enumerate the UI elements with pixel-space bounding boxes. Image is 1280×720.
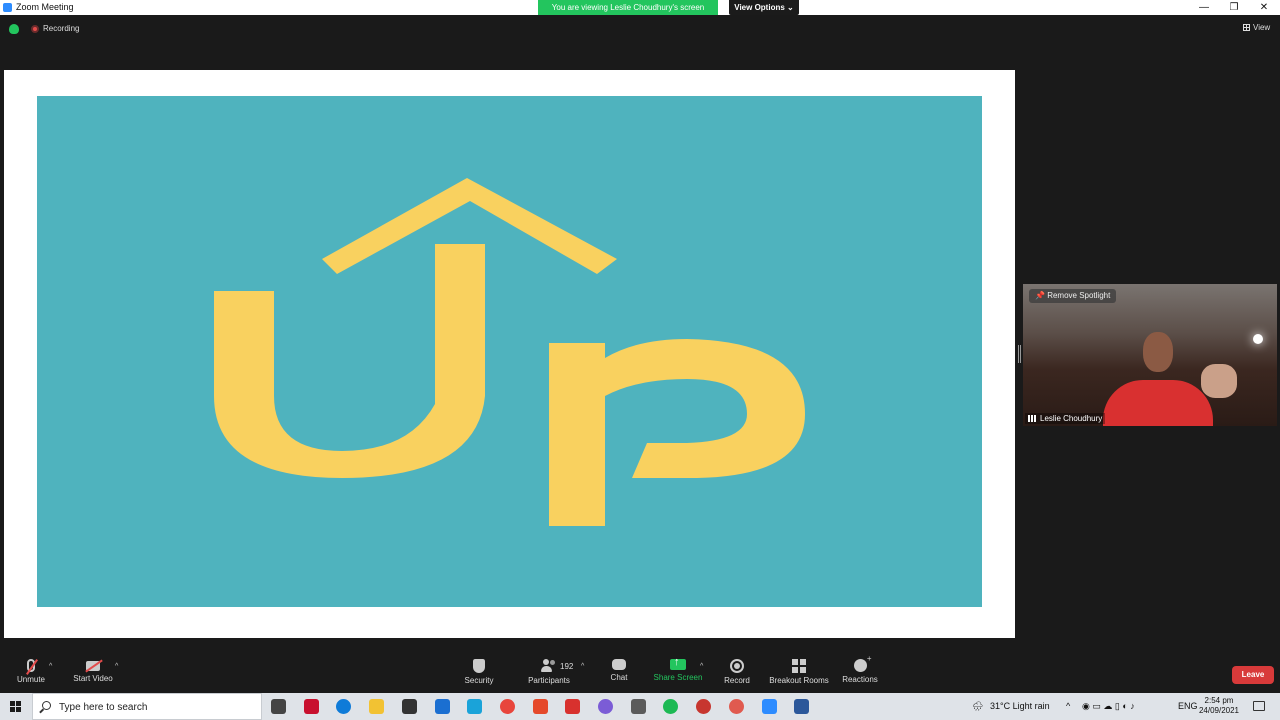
taskbar-clock[interactable]: 2:54 pm 24/09/2021 (1196, 696, 1242, 716)
mail-icon[interactable] (435, 699, 450, 714)
meeting-toolbar: Unmute ^ Start Video ^ Security Particip… (0, 654, 1280, 693)
taskbar-search-input[interactable] (59, 699, 259, 715)
store-icon[interactable] (402, 699, 417, 714)
participant-name: Leslie Choudhury (1040, 414, 1103, 423)
reactions-button[interactable]: Reactions (840, 654, 880, 684)
participants-count: 192 (560, 662, 574, 671)
breakout-rooms-label: Breakout Rooms (769, 676, 829, 685)
chrome-icon[interactable] (500, 699, 515, 714)
windows-start-icon[interactable] (10, 701, 21, 712)
participants-label: Participants (528, 676, 570, 685)
view-label: View (1253, 23, 1271, 32)
zoom-app-icon (3, 3, 12, 12)
viewing-screen-banner: You are viewing Leslie Choudhury's scree… (538, 0, 718, 15)
breakout-rooms-icon (792, 659, 806, 673)
chat-icon (612, 659, 626, 670)
speaker-video-tile[interactable]: 📌 Remove Spotlight Leslie Choudhury (1023, 284, 1277, 426)
reactions-label: Reactions (842, 675, 878, 684)
security-label: Security (464, 676, 494, 685)
security-button[interactable]: Security (460, 659, 498, 685)
weather-label[interactable]: 31°C Light rain (990, 693, 1050, 720)
up-logo (214, 178, 805, 526)
speaker-figure-body (1103, 380, 1213, 426)
tray-overflow-icon[interactable]: ^ (1066, 693, 1070, 720)
share-screen-label: Share Screen (653, 673, 703, 682)
chat-button[interactable]: Chat (604, 659, 634, 682)
muted-mic-icon (27, 659, 35, 672)
task-view-icon[interactable] (271, 699, 286, 714)
recording-label[interactable]: Recording (43, 24, 79, 33)
windows-taskbar: 🌧 31°C Light rain ^ ◉ ▭ ☁ ▯ ◐ ♪ ENG 2:54… (0, 693, 1280, 720)
shared-screen (4, 70, 1015, 638)
viber-icon[interactable] (598, 699, 613, 714)
record-icon (730, 659, 744, 673)
reactions-icon (853, 654, 871, 672)
taskbar-search[interactable] (32, 693, 262, 720)
view-options-button[interactable]: View Options ⌄ (729, 0, 799, 15)
minimize-button[interactable]: — (1190, 0, 1218, 15)
speaker-figure-hand (1201, 364, 1237, 398)
grid-icon (1243, 24, 1250, 31)
title-bar: Zoom Meeting You are viewing Leslie Chou… (0, 0, 1280, 15)
view-button[interactable]: View (1243, 23, 1270, 32)
spotify-icon[interactable] (663, 699, 678, 714)
share-screen-icon (670, 656, 686, 670)
logo-letter-p (549, 343, 605, 526)
weather-icon: 🌧 (972, 701, 984, 711)
remove-spotlight-label: Remove Spotlight (1047, 291, 1111, 300)
edge-icon[interactable] (336, 699, 351, 714)
lens-icon[interactable] (467, 699, 482, 714)
clock-date: 24/09/2021 (1198, 706, 1240, 715)
tray-app-icons[interactable]: ◉ ▭ ☁ ▯ ◐ ♪ (1082, 693, 1135, 720)
notifications-icon[interactable] (1253, 701, 1265, 711)
video-ceiling-light (1253, 334, 1263, 344)
logo-letter-p-bowl (605, 339, 805, 478)
unmute-button[interactable]: Unmute (14, 659, 48, 684)
speaker-figure-head (1143, 332, 1173, 372)
participants-options-caret[interactable]: ^ (581, 663, 584, 670)
shield-icon (473, 659, 485, 673)
close-button[interactable]: ✕ (1250, 0, 1278, 15)
start-video-label: Start Video (73, 674, 113, 683)
share-screen-button[interactable]: Share Screen (653, 656, 703, 682)
audio-options-caret[interactable]: ^ (49, 663, 52, 670)
share-options-caret[interactable]: ^ (700, 663, 703, 670)
start-video-button[interactable]: Start Video (70, 659, 116, 683)
logo-letter-u (214, 244, 485, 478)
participants-icon (541, 659, 557, 673)
chrome-profile-icon[interactable] (696, 699, 711, 714)
word-icon[interactable] (794, 699, 809, 714)
window-title: Zoom Meeting (16, 2, 74, 12)
slide-content (37, 96, 982, 607)
zoom-icon[interactable] (762, 699, 777, 714)
record-button[interactable]: Record (722, 659, 752, 685)
remove-spotlight-button[interactable]: 📌 Remove Spotlight (1029, 289, 1117, 303)
chrome-2-icon[interactable] (729, 699, 744, 714)
language-indicator[interactable]: ENG (1178, 693, 1198, 720)
signal-strength-icon (1028, 415, 1037, 422)
participant-name-tag: Leslie Choudhury (1025, 413, 1106, 424)
restore-button[interactable]: ❐ (1220, 0, 1248, 15)
encryption-shield-icon[interactable] (9, 24, 19, 34)
app-red-icon[interactable] (565, 699, 580, 714)
recording-icon (31, 25, 39, 33)
office-icon[interactable] (533, 699, 548, 714)
unmute-label: Unmute (16, 675, 45, 684)
video-options-caret[interactable]: ^ (115, 663, 118, 670)
chat-label: Chat (610, 673, 628, 682)
breakout-rooms-button[interactable]: Breakout Rooms (768, 659, 830, 685)
calculator-icon[interactable] (631, 699, 646, 714)
panel-resize-handle[interactable] (1018, 345, 1021, 363)
file-explorer-icon[interactable] (369, 699, 384, 714)
search-icon (42, 701, 51, 710)
mcafee-icon[interactable] (304, 699, 319, 714)
leave-button[interactable]: Leave (1232, 666, 1274, 684)
record-label: Record (724, 676, 750, 685)
clock-time: 2:54 pm (1204, 696, 1234, 705)
video-off-icon (86, 661, 100, 671)
